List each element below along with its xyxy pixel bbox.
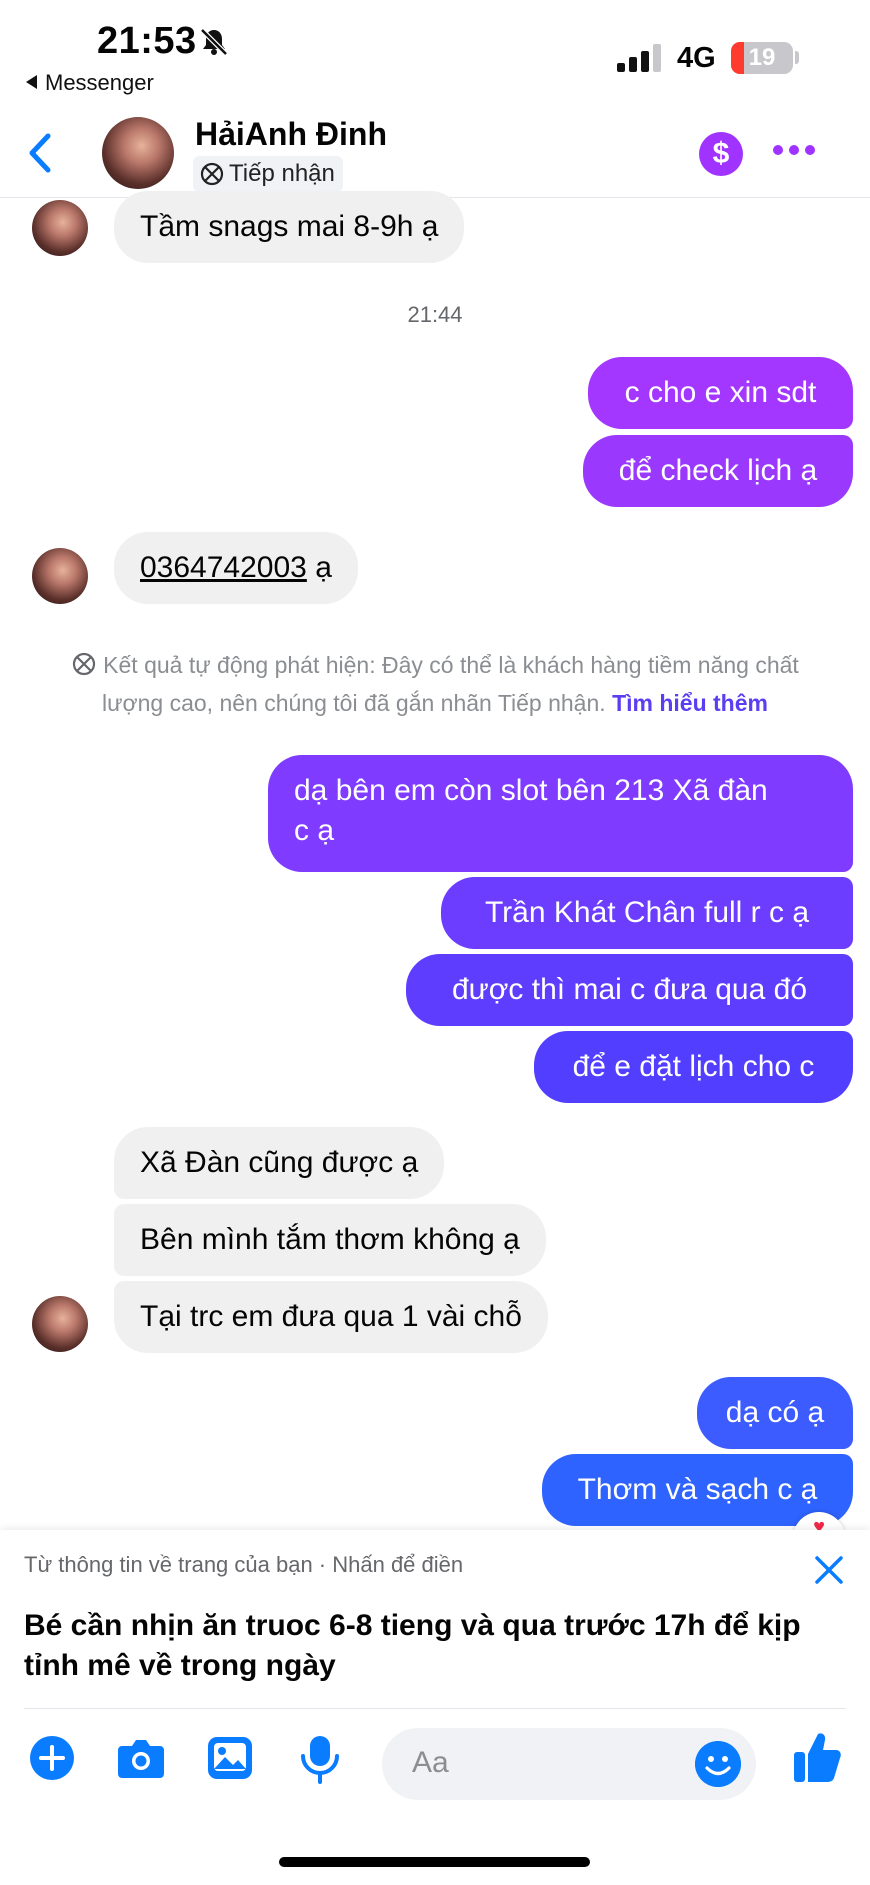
battery-icon: 19	[731, 42, 793, 74]
gallery-icon[interactable]	[206, 1735, 254, 1781]
outgoing-message[interactable]: dạ bên em còn slot bên 213 Xã đàn c ạ	[268, 755, 853, 872]
contact-name[interactable]: HảiAnh Đinh	[195, 116, 387, 153]
emoji-icon[interactable]	[695, 1741, 741, 1787]
outgoing-message[interactable]: được thì mai c đưa qua đó	[406, 954, 853, 1026]
learn-more-link[interactable]: Tìm hiểu thêm	[612, 690, 768, 716]
outgoing-message[interactable]: c cho e xin sdt	[588, 357, 853, 429]
message-composer: Aa	[0, 1710, 870, 1820]
incoming-message[interactable]: 0364742003 ạ	[114, 532, 358, 604]
suggested-reply-panel: Từ thông tin về trang của bạn · Nhấn để …	[0, 1530, 870, 1710]
label-icon	[200, 162, 224, 186]
auto-detect-notice: Kết quả tự động phát hiện: Đây có thể là…	[40, 646, 830, 722]
outgoing-message[interactable]: dạ có ạ	[697, 1377, 853, 1449]
outgoing-message[interactable]: Trần Khát Chân full r c ạ	[441, 877, 853, 949]
status-bar: 21:53 Messenger 4G 19	[0, 0, 870, 100]
chat-header: HảiAnh Đinh Tiếp nhận $	[0, 100, 870, 198]
back-triangle-icon	[26, 75, 37, 89]
divider	[24, 1708, 846, 1709]
home-indicator	[279, 1857, 590, 1867]
sender-avatar[interactable]	[32, 200, 88, 256]
battery-level: 19	[748, 44, 776, 71]
intake-label-badge[interactable]: Tiếp nhận	[193, 156, 343, 192]
outgoing-message[interactable]: để e đặt lịch cho c	[534, 1031, 853, 1103]
suggested-reply-text[interactable]: Bé cần nhịn ăn truoc 6-8 tieng và qua tr…	[24, 1606, 844, 1686]
label-icon	[73, 652, 96, 676]
incoming-message[interactable]: Xã Đàn cũng được ạ	[114, 1127, 445, 1199]
plus-icon[interactable]	[29, 1735, 75, 1781]
more-options-icon[interactable]	[773, 145, 817, 159]
suggestion-hint: Từ thông tin về trang của bạn · Nhấn để …	[24, 1552, 464, 1577]
back-to-app[interactable]: Messenger	[26, 70, 154, 96]
outgoing-message[interactable]: để check lịch ạ	[583, 435, 853, 507]
timestamp: 21:44	[407, 302, 463, 327]
sender-avatar[interactable]	[32, 548, 88, 604]
thumbs-up-icon[interactable]	[792, 1730, 842, 1784]
phone-number-link[interactable]: 0364742003	[140, 551, 307, 584]
incoming-message[interactable]: Tại trc em đưa qua 1 vài chỗ	[114, 1281, 548, 1353]
contact-avatar[interactable]	[102, 117, 174, 189]
microphone-icon[interactable]	[297, 1734, 343, 1784]
close-icon[interactable]	[809, 1550, 849, 1590]
cellular-signal-icon	[617, 44, 661, 72]
battery-tip	[795, 51, 799, 64]
back-chevron-icon[interactable]	[22, 128, 56, 178]
message-placeholder: Aa	[412, 1746, 449, 1779]
message-input[interactable]: Aa	[382, 1728, 756, 1800]
incoming-message[interactable]: Tầm snags mai 8-9h ạ	[114, 191, 465, 263]
bell-muted-icon	[200, 28, 228, 56]
camera-icon[interactable]	[116, 1738, 166, 1780]
incoming-message[interactable]: Bên mình tắm thơm không ạ	[114, 1204, 546, 1276]
clock: 21:53	[97, 20, 197, 62]
network-type: 4G	[677, 42, 716, 74]
sender-avatar[interactable]	[32, 1296, 88, 1352]
payment-dollar-icon[interactable]: $	[699, 132, 743, 176]
